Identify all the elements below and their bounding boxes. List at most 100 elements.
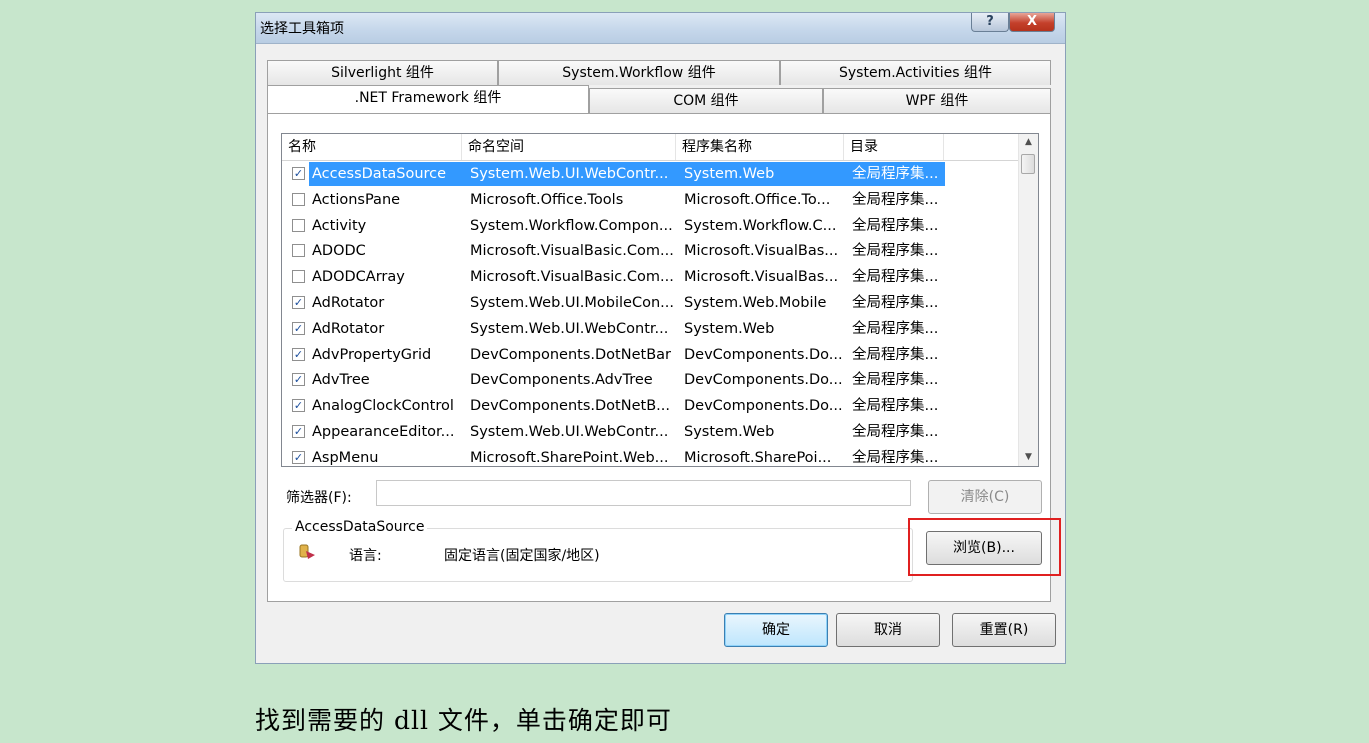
row-checkbox[interactable] <box>292 192 305 206</box>
tab-system-activities[interactable]: System.Activities 组件 <box>780 60 1051 85</box>
choose-toolbox-items-dialog: 选择工具箱项 ? X Silverlight 组件 System.Workflo… <box>255 12 1066 664</box>
language-value: 固定语言(固定国家/地区) <box>444 548 600 564</box>
title-bar[interactable]: 选择工具箱项 ? X <box>256 13 1065 44</box>
cell-namespace: DevComponents.AdvTree <box>470 372 653 389</box>
table-row[interactable]: ADODCArray Microsoft.VisualBasic.Com... Mi… <box>282 265 1020 291</box>
cell-assembly: Microsoft.VisualBas... <box>684 269 839 286</box>
cell-namespace: DevComponents.DotNetBar <box>470 346 671 363</box>
row-checkbox[interactable]: ✓ <box>292 347 305 361</box>
table-row[interactable]: ✓ AccessDataSource System.Web.UI.WebContr.… <box>282 162 1020 188</box>
row-checkbox[interactable]: ✓ <box>292 424 305 438</box>
cell-namespace: Microsoft.VisualBasic.Com... <box>470 269 674 286</box>
close-button[interactable]: X <box>1009 13 1055 32</box>
cell-dir: 全局程序集... <box>852 372 939 389</box>
cell-dir: 全局程序集... <box>852 166 939 182</box>
cell-name: AppearanceEditor... <box>312 423 455 440</box>
column-header-directory[interactable]: 目录 <box>844 134 944 160</box>
cell-name: AccessDataSource <box>312 166 447 182</box>
vertical-scrollbar[interactable]: ▲ ▼ <box>1018 134 1038 466</box>
tab-net-framework[interactable]: .NET Framework 组件 <box>267 85 589 113</box>
row-checkbox[interactable]: ✓ <box>292 399 305 413</box>
cell-assembly: Microsoft.VisualBas... <box>684 243 839 260</box>
cell-name: AdvPropertyGrid <box>312 346 432 363</box>
cancel-button[interactable]: 取消 <box>836 613 940 647</box>
cell-name: AnalogClockControl <box>312 398 454 415</box>
row-checkbox[interactable]: ✓ <box>292 167 305 180</box>
cell-namespace: System.Workflow.Compon... <box>470 217 673 234</box>
ok-button[interactable]: 确定 <box>724 613 828 647</box>
row-checkbox[interactable] <box>292 218 305 232</box>
row-checkbox[interactable]: ✓ <box>292 321 305 335</box>
cell-namespace: Microsoft.VisualBasic.Com... <box>470 243 674 260</box>
cell-dir: 全局程序集... <box>852 449 939 466</box>
cell-namespace: DevComponents.DotNetB... <box>470 398 670 415</box>
scroll-down-icon[interactable]: ▼ <box>1019 449 1038 466</box>
cell-namespace: System.Web.UI.WebContr... <box>470 166 669 182</box>
cell-dir: 全局程序集... <box>852 398 939 415</box>
table-row[interactable]: Activity System.Workflow.Compon... System.… <box>282 214 1020 240</box>
cell-name: Activity <box>312 217 367 234</box>
row-checkbox[interactable] <box>292 244 305 258</box>
cell-namespace: Microsoft.Office.Tools <box>470 191 624 208</box>
cell-assembly: DevComponents.Do... <box>684 398 843 415</box>
scroll-thumb[interactable] <box>1021 154 1035 174</box>
table-row[interactable]: ✓ AdRotator System.Web.UI.MobileCon... Syst… <box>282 291 1020 317</box>
help-button[interactable]: ? <box>971 13 1009 32</box>
cell-dir: 全局程序集... <box>852 294 939 311</box>
table-row[interactable]: ADODC Microsoft.VisualBasic.Com... Microso… <box>282 239 1020 265</box>
cell-dir: 全局程序集... <box>852 217 939 234</box>
cell-assembly: System.Web.Mobile <box>684 294 827 311</box>
table-row[interactable]: ✓ AdvPropertyGrid DevComponents.DotNetBar D… <box>282 343 1020 369</box>
filter-label: 筛选器(F): <box>286 490 352 506</box>
cell-dir: 全局程序集... <box>852 423 939 440</box>
assembly-icon <box>299 544 315 559</box>
cell-assembly: System.Workflow.C... <box>684 217 837 234</box>
column-header-namespace[interactable]: 命名空间 <box>462 134 676 160</box>
row-checkbox[interactable]: ✓ <box>292 295 305 309</box>
tab-com[interactable]: COM 组件 <box>589 88 823 113</box>
filter-input[interactable] <box>376 480 911 506</box>
highlight-annotation <box>908 518 1061 576</box>
caption-text: 找到需要的 dll 文件，单击确定即可 <box>255 706 672 735</box>
cell-dir: 全局程序集... <box>852 243 939 260</box>
row-checkbox[interactable]: ✓ <box>292 373 305 387</box>
cell-name: AdvTree <box>312 372 370 389</box>
table-row[interactable]: ✓ AnalogClockControl DevComponents.DotNetB… <box>282 394 1020 420</box>
table-row[interactable]: ✓ AdRotator System.Web.UI.WebContr... Syste… <box>282 317 1020 343</box>
table-row[interactable]: ActionsPane Microsoft.Office.Tools Microso… <box>282 188 1020 214</box>
cell-name: AdRotator <box>312 294 385 311</box>
tab-system-workflow[interactable]: System.Workflow 组件 <box>498 60 780 85</box>
cell-assembly: Microsoft.Office.To... <box>684 191 831 208</box>
cell-name: ActionsPane <box>312 191 401 208</box>
row-checkbox[interactable]: ✓ <box>292 450 305 464</box>
cell-assembly: System.Web <box>684 320 775 337</box>
dialog-title: 选择工具箱项 <box>260 21 344 37</box>
table-row[interactable]: ✓ AdvTree DevComponents.AdvTree DevComponen… <box>282 368 1020 394</box>
cell-namespace: System.Web.UI.WebContr... <box>470 320 669 337</box>
cell-name: AdRotator <box>312 320 385 337</box>
cell-dir: 全局程序集... <box>852 346 939 363</box>
cell-name: AspMenu <box>312 449 379 466</box>
row-checkbox[interactable] <box>292 270 305 284</box>
details-group-title: AccessDataSource <box>292 519 428 535</box>
column-header-name[interactable]: 名称 <box>282 134 462 160</box>
tab-wpf[interactable]: WPF 组件 <box>823 88 1051 113</box>
table-row[interactable]: ✓ AppearanceEditor... System.Web.UI.WebCon… <box>282 420 1020 446</box>
cell-assembly: DevComponents.Do... <box>684 346 843 363</box>
cell-dir: 全局程序集... <box>852 320 939 337</box>
list-header: 名称 命名空间 程序集名称 目录 <box>282 134 1020 161</box>
cell-name: ADODC <box>312 243 366 260</box>
cell-dir: 全局程序集... <box>852 269 939 286</box>
cell-dir: 全局程序集... <box>852 191 939 208</box>
cell-assembly: Microsoft.SharePoi... <box>684 449 832 466</box>
scroll-up-icon[interactable]: ▲ <box>1019 134 1038 151</box>
list-rows: ✓ AccessDataSource System.Web.UI.WebContr.… <box>282 162 1020 466</box>
cell-assembly: System.Web <box>684 423 775 440</box>
table-row[interactable]: ✓ AspMenu Microsoft.SharePoint.Web... Micro… <box>282 446 1020 466</box>
tab-silverlight[interactable]: Silverlight 组件 <box>267 60 498 85</box>
components-list[interactable]: 名称 命名空间 程序集名称 目录 ✓ AccessDataSource System… <box>281 133 1039 467</box>
column-header-assembly[interactable]: 程序集名称 <box>676 134 844 160</box>
reset-button[interactable]: 重置(R) <box>952 613 1056 647</box>
cell-assembly: System.Web <box>684 166 775 182</box>
clear-button[interactable]: 清除(C) <box>928 480 1042 514</box>
